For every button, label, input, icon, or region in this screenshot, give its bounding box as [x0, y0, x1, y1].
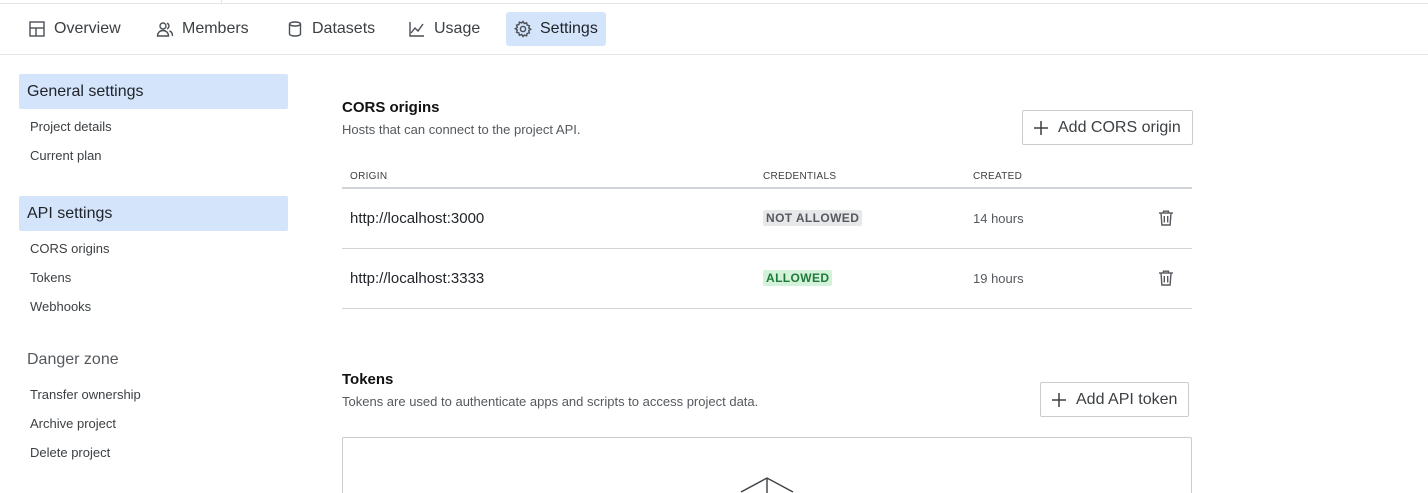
created-value: 19 hours	[973, 271, 1024, 286]
delete-origin-button[interactable]	[1157, 269, 1175, 287]
sidebar-item-archive-project[interactable]: Archive project	[19, 409, 288, 438]
column-header-origin: ORIGIN	[350, 171, 388, 182]
origin-value: http://localhost:3333	[350, 270, 485, 287]
tab-overview-label: Overview	[54, 20, 121, 37]
database-icon	[288, 21, 302, 37]
tokens-section-subtitle: Tokens are used to authenticate apps and…	[342, 394, 759, 409]
table-row: http://localhost:3000 NOT ALLOWED 14 hou…	[342, 189, 1192, 249]
tokens-section-title: Tokens	[342, 371, 394, 388]
table-header: ORIGIN CREDENTIALS CREATED	[342, 164, 1192, 189]
tab-settings-label: Settings	[540, 20, 598, 37]
column-header-credentials: CREDENTIALS	[763, 171, 837, 182]
tab-overview[interactable]: Overview	[20, 12, 129, 46]
delete-origin-button[interactable]	[1157, 209, 1175, 227]
table-row: http://localhost:3333 ALLOWED 19 hours	[342, 249, 1192, 309]
trash-icon	[1159, 210, 1173, 226]
cors-section-subtitle: Hosts that can connect to the project AP…	[342, 122, 581, 137]
sidebar-item-transfer-ownership[interactable]: Transfer ownership	[19, 380, 288, 409]
sidebar-item-project-details[interactable]: Project details	[19, 112, 288, 141]
plus-icon	[1034, 120, 1048, 135]
tab-datasets-label: Datasets	[312, 20, 376, 37]
tab-datasets[interactable]: Datasets	[278, 12, 383, 46]
add-cors-origin-label: Add CORS origin	[1058, 118, 1181, 136]
sidebar-item-delete-project[interactable]: Delete project	[19, 438, 288, 467]
sidebar-item-tokens[interactable]: Tokens	[19, 263, 288, 292]
sidebar-item-webhooks[interactable]: Webhooks	[19, 292, 288, 321]
sidebar-item-cors-origins[interactable]: CORS origins	[19, 234, 288, 263]
created-value: 14 hours	[973, 211, 1024, 226]
sidebar-item-current-plan[interactable]: Current plan	[19, 141, 288, 170]
trash-icon	[1159, 270, 1173, 286]
add-api-token-button[interactable]: Add API token	[1040, 382, 1190, 417]
cors-origins-table: ORIGIN CREDENTIALS CREATED http://localh…	[342, 164, 1192, 309]
credentials-badge: NOT ALLOWED	[763, 210, 863, 226]
credentials-badge: ALLOWED	[763, 270, 833, 286]
sidebar-group-general[interactable]: General settings	[19, 74, 288, 109]
plus-icon	[1052, 392, 1066, 407]
empty-box-icon	[740, 477, 794, 493]
tab-settings[interactable]: Settings	[506, 12, 606, 46]
origin-value: http://localhost:3000	[350, 210, 485, 227]
tokens-empty-state	[342, 437, 1192, 493]
layout-icon	[29, 21, 45, 37]
cors-section-title: CORS origins	[342, 99, 440, 116]
gear-icon	[514, 20, 532, 38]
sidebar-group-danger[interactable]: Danger zone	[19, 342, 288, 377]
tab-usage[interactable]: Usage	[400, 12, 488, 46]
project-tab-bar: Overview Members Datasets Usage Settings	[0, 4, 1428, 55]
tab-usage-label: Usage	[434, 20, 481, 37]
column-header-created: CREATED	[973, 171, 1023, 182]
settings-sidebar: General settings Project details Current…	[19, 74, 288, 467]
chart-line-icon	[409, 22, 424, 37]
add-cors-origin-button[interactable]: Add CORS origin	[1022, 110, 1193, 145]
add-api-token-label: Add API token	[1076, 390, 1178, 408]
tab-members[interactable]: Members	[148, 12, 257, 46]
tab-members-label: Members	[182, 20, 249, 37]
sidebar-group-api[interactable]: API settings	[19, 196, 288, 231]
users-icon	[156, 22, 174, 37]
